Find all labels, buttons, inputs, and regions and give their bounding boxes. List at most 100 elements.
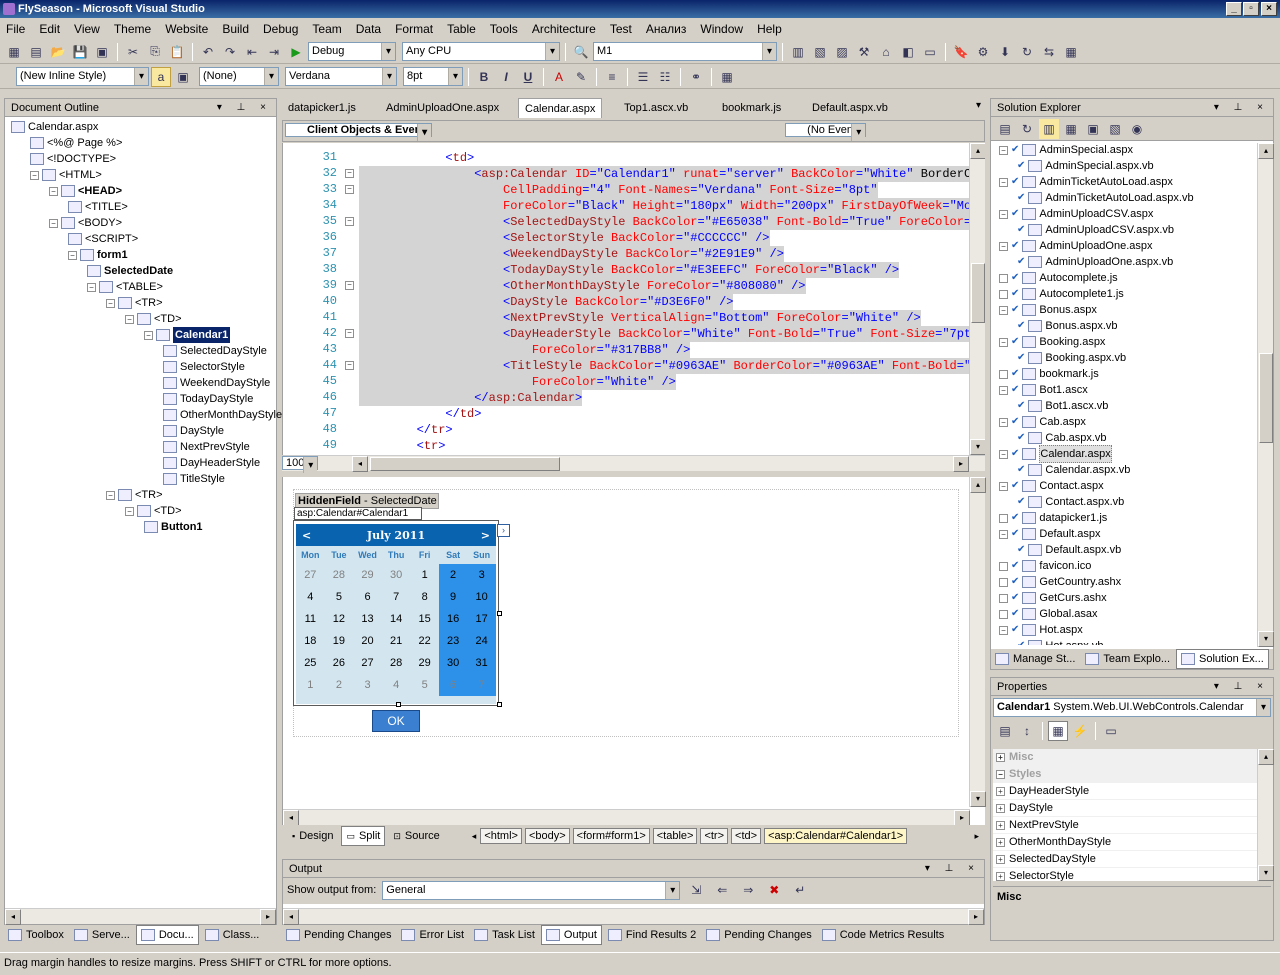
expand-icon[interactable] (999, 577, 1008, 587)
outline-item[interactable]: − form1 (68, 247, 128, 263)
expand-icon[interactable]: − (999, 177, 1008, 187)
navigate-forward-icon[interactable]: ⇥ (264, 42, 284, 62)
outline-item[interactable]: TitleStyle (163, 471, 225, 487)
code-line[interactable]: ForeColor="#317BB8" /> (359, 342, 691, 358)
menu-test[interactable]: Test (610, 22, 632, 36)
solution-item[interactable]: ✔ Bot1.ascx.vb (1017, 398, 1108, 414)
solution-item[interactable]: ✔ datapicker1.js (999, 510, 1107, 526)
category-misc[interactable]: + Misc (993, 749, 1258, 766)
solution-item[interactable]: − ✔ AdminSpecial.aspx (999, 142, 1133, 158)
sol-show-all-icon[interactable]: ▥ (1039, 118, 1059, 139)
outline-item[interactable]: − <TR> (106, 295, 163, 311)
calendar-day[interactable]: 7 (467, 674, 496, 696)
bottom-panel-tab[interactable]: Error List (397, 925, 468, 945)
calendar-day[interactable]: 6 (438, 674, 468, 696)
layout-icon[interactable]: ▦ (717, 67, 737, 87)
solution-item[interactable]: ✔ Global.asax (999, 606, 1097, 622)
size-combo[interactable]: 8pt (403, 67, 463, 86)
toolbox-icon[interactable]: ⚒ (854, 42, 874, 62)
object-selector[interactable]: Calendar1 System.Web.UI.WebControls.Cale… (993, 698, 1271, 717)
menu-edit[interactable]: Edit (39, 22, 60, 36)
outline-item[interactable]: <!DOCTYPE> (30, 151, 116, 167)
save-icon[interactable]: 💾 (70, 42, 90, 62)
expand-icon[interactable] (999, 609, 1008, 619)
code-vscrollbar[interactable]: ▴ ▾ (969, 143, 985, 455)
expand-icon[interactable]: − (999, 449, 1008, 459)
outline-item[interactable]: SelectedDate (87, 263, 173, 279)
navigate-back-icon[interactable]: ⇤ (242, 42, 262, 62)
solution-panel-tab[interactable]: Team Explo... (1081, 649, 1174, 669)
calendar-day[interactable]: 8 (410, 586, 438, 608)
calendar-day[interactable]: 1 (410, 564, 438, 586)
code-line[interactable]: CellPadding="4" Font-Names="Verdana" Fon… (359, 182, 878, 198)
calendar-day[interactable]: 19 (325, 630, 354, 652)
outline-item[interactable]: Button1 (144, 519, 203, 535)
expand-icon[interactable]: − (999, 481, 1008, 491)
menu-table[interactable]: Table (447, 22, 476, 36)
expand-icon[interactable]: + (996, 838, 1005, 847)
left-panel-tab[interactable]: Class... (201, 925, 264, 945)
solution-item[interactable]: − ✔ Booking.aspx (999, 334, 1105, 350)
design-vscrollbar[interactable]: ▴ ▾ (969, 477, 986, 807)
maximize-button[interactable]: ▫ (1243, 2, 1259, 16)
fold-icon[interactable]: − (345, 169, 354, 178)
solution-item[interactable]: − ✔ Contact.aspx (999, 478, 1104, 494)
paste-icon[interactable]: 📋 (167, 42, 187, 62)
tab-overflow-icon[interactable]: ▾ (976, 100, 981, 111)
font-color-icon[interactable]: A (549, 67, 569, 87)
font-combo[interactable]: Verdana (285, 67, 397, 86)
calendar-day[interactable]: 13 (353, 608, 382, 630)
solution-item[interactable]: − ✔ AdminUploadOne.aspx (999, 238, 1153, 254)
sol-properties-icon[interactable]: ▤ (995, 119, 1015, 139)
breadcrumb-item[interactable]: <td> (731, 828, 762, 844)
expand-icon[interactable] (999, 289, 1008, 299)
start-page-icon[interactable]: ⌂ (876, 42, 896, 62)
solution-item[interactable]: ✔ Bonus.aspx.vb (1017, 318, 1118, 334)
doc-tab[interactable]: datapicker1.js (282, 98, 362, 118)
calendar-day[interactable]: 5 (325, 586, 354, 608)
target-rule-icon[interactable]: ▣ (173, 67, 193, 87)
bottom-panel-tab[interactable]: Task List (470, 925, 539, 945)
calendar-day[interactable]: 23 (438, 630, 468, 652)
collapse-icon[interactable]: − (106, 298, 115, 308)
solution-item[interactable]: ✔ AdminSpecial.aspx.vb (1017, 158, 1154, 174)
expand-icon[interactable]: − (999, 305, 1008, 315)
sol-nest-icon[interactable]: ▧ (1105, 119, 1125, 139)
bookmark-icon[interactable]: 🔖 (951, 42, 971, 62)
smart-tag-icon[interactable]: › (497, 524, 510, 537)
calendar-day[interactable]: 26 (325, 652, 354, 674)
outline-item[interactable]: SelectedDayStyle (163, 343, 267, 359)
bottom-panel-tab[interactable]: Code Metrics Results (818, 925, 949, 945)
highlight-icon[interactable]: ✎ (571, 67, 591, 87)
bottom-panel-tab[interactable]: Pending Changes (702, 925, 815, 945)
underline-icon[interactable]: U (518, 67, 538, 87)
ok-button[interactable]: OK (372, 710, 420, 732)
expand-icon[interactable]: + (996, 855, 1005, 864)
calendar-day[interactable]: 25 (296, 652, 325, 674)
code-line[interactable]: </asp:Calendar> (359, 390, 583, 406)
categorized-icon[interactable]: ▤ (995, 721, 1015, 741)
outline-item[interactable]: <SCRIPT> (68, 231, 138, 247)
outline-item[interactable]: − <HTML> (30, 167, 102, 183)
minimize-button[interactable]: _ (1226, 2, 1242, 16)
menu-window[interactable]: Window (700, 22, 743, 36)
next-message-icon[interactable]: ⇒ (738, 880, 758, 900)
bold-icon[interactable]: B (474, 67, 494, 87)
calendar-day[interactable]: 14 (382, 608, 411, 630)
calendar-day[interactable]: 18 (296, 630, 325, 652)
solution-item[interactable]: − ✔ AdminTicketAutoLoad.aspx (999, 174, 1173, 190)
download-icon[interactable]: ⬇ (995, 42, 1015, 62)
outline-item[interactable]: − <BODY> (49, 215, 122, 231)
solution-item[interactable]: ✔ Hot.aspx.vb (1017, 638, 1103, 645)
properties-vscrollbar[interactable]: ▴ ▾ (1257, 749, 1274, 881)
property-row[interactable]: + NextPrevStyle (993, 817, 1258, 834)
solution-item[interactable]: ✔ Autocomplete1.js (999, 286, 1124, 302)
outline-item[interactable]: SelectorStyle (163, 359, 245, 375)
sol-view-code-icon[interactable]: ▦ (1061, 119, 1081, 139)
code-line[interactable]: ForeColor="Black" Height="180px" Width="… (359, 198, 985, 214)
open-file-icon[interactable]: 📂 (48, 42, 68, 62)
fold-icon[interactable]: − (345, 281, 354, 290)
menu-анализ[interactable]: Анализ (646, 22, 687, 36)
outline-item[interactable]: DayStyle (163, 423, 224, 439)
calendar-day[interactable]: 16 (438, 608, 468, 630)
